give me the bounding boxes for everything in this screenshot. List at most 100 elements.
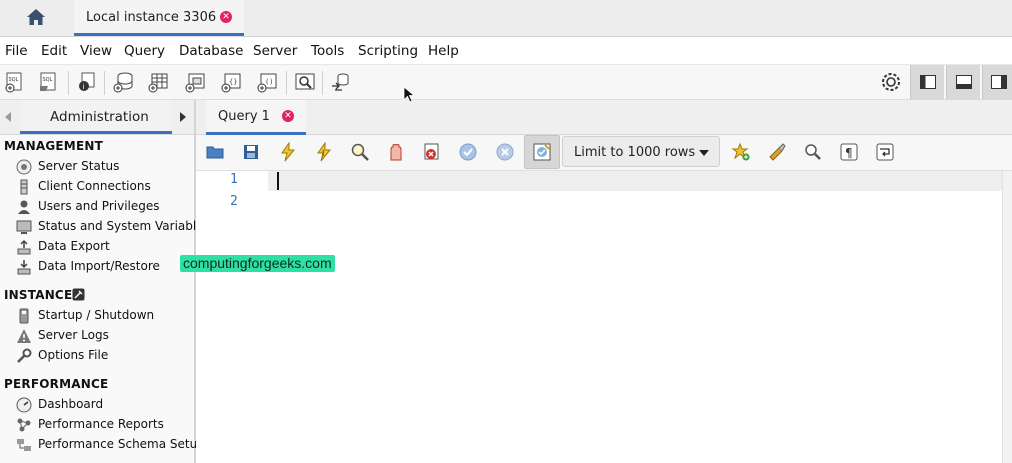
new-sql-tab-icon[interactable]: SQL xyxy=(4,71,26,93)
menu-view[interactable]: View xyxy=(80,43,112,59)
sidebar-item-label: Options File xyxy=(38,348,109,362)
svg-text:i: i xyxy=(83,83,85,91)
sidebar-item-label: Users and Privileges xyxy=(38,199,160,213)
chevron-down-icon xyxy=(699,150,709,156)
inspect-object-icon[interactable]: i xyxy=(76,71,98,93)
sidebar-item-performance-reports[interactable]: Performance Reports xyxy=(16,416,196,434)
limit-rows-select[interactable]: Limit to 1000 rows xyxy=(562,136,720,167)
scroll-left-icon[interactable] xyxy=(5,112,11,122)
connection-tab-bar: Local instance 3306 ✕ xyxy=(0,0,1012,37)
toggle-sidebar-button[interactable] xyxy=(910,65,944,100)
toggle-output-button[interactable] xyxy=(946,65,980,100)
commit-icon[interactable] xyxy=(458,142,478,162)
autocommit-toggle[interactable] xyxy=(524,135,560,169)
sidebar-item-label: Data Export xyxy=(38,239,110,253)
execute-current-icon[interactable]: I xyxy=(314,142,334,162)
sidebar-item-data-export[interactable]: Data Export xyxy=(16,238,196,256)
create-procedure-icon[interactable]: {} xyxy=(221,71,243,93)
sidebar-item-status-variables[interactable]: Status and System Variables xyxy=(16,218,210,236)
query-toolbar: I Limit to 1000 rows ¶ xyxy=(196,135,1012,171)
instance-settings-icon[interactable] xyxy=(72,288,85,301)
line-number: 1 xyxy=(230,172,238,187)
tab-administration[interactable]: Administration xyxy=(20,100,172,134)
menu-file[interactable]: File xyxy=(5,43,28,59)
menu-edit[interactable]: Edit xyxy=(41,43,67,59)
menu-database[interactable]: Database xyxy=(179,43,243,59)
toggle-secondary-sidebar-icon xyxy=(991,75,1007,89)
create-function-icon[interactable]: () xyxy=(257,71,279,93)
add-snippet-icon[interactable] xyxy=(731,142,751,162)
menu-bar: File Edit View Query Database Server Too… xyxy=(0,37,1012,64)
svg-text:{}: {} xyxy=(229,78,237,86)
sidebar-item-label: Data Import/Restore xyxy=(38,259,160,273)
create-table-icon[interactable] xyxy=(148,71,170,93)
section-management-title: MANAGEMENT xyxy=(4,139,103,153)
execute-icon[interactable] xyxy=(278,142,298,162)
create-view-icon[interactable] xyxy=(185,71,207,93)
toolbar-separator xyxy=(104,71,105,95)
watermark: computingforgeeks.com xyxy=(180,255,335,272)
find-icon[interactable] xyxy=(803,142,823,162)
navigator-sidebar: Administration MANAGEMENT Server Status … xyxy=(0,100,210,463)
sidebar-item-data-import[interactable]: Data Import/Restore xyxy=(16,258,196,276)
connection-tab[interactable]: Local instance 3306 ✕ xyxy=(74,0,244,36)
home-icon[interactable] xyxy=(26,8,46,26)
word-wrap-icon[interactable] xyxy=(875,142,895,162)
sidebar-item-client-connections[interactable]: Client Connections xyxy=(16,178,196,196)
sidebar-item-label: Performance Reports xyxy=(38,417,164,431)
tab-query-1[interactable]: Query 1 ✕ xyxy=(206,100,306,135)
toggle-output-icon xyxy=(956,75,972,89)
toolbar-separator xyxy=(286,71,287,95)
sidebar-item-options-file[interactable]: Options File xyxy=(16,347,196,365)
query-tab-header: Query 1 ✕ xyxy=(196,100,1012,135)
reconnect-icon[interactable] xyxy=(330,71,352,93)
sidebar-item-performance-schema-setup[interactable]: Performance Schema Setup xyxy=(16,436,205,454)
open-folder-icon[interactable] xyxy=(205,142,225,162)
svg-text:SQL: SQL xyxy=(43,77,53,83)
stop-icon[interactable] xyxy=(386,142,406,162)
menu-server[interactable]: Server xyxy=(253,43,297,59)
user-icon xyxy=(18,200,30,214)
wrench-icon xyxy=(17,348,32,363)
line-number: 2 xyxy=(230,194,238,209)
menu-query[interactable]: Query xyxy=(124,43,165,59)
create-schema-icon[interactable] xyxy=(113,71,135,93)
connection-tab-label: Local instance 3306 xyxy=(86,10,217,25)
import-icon xyxy=(17,260,31,275)
main-toolbar: SQL SQL i {} () xyxy=(0,64,1012,100)
invisible-chars-icon[interactable]: ¶ xyxy=(839,142,859,162)
explain-icon[interactable] xyxy=(350,142,370,162)
menu-help[interactable]: Help xyxy=(428,43,459,59)
section-performance-title: PERFORMANCE xyxy=(4,377,109,391)
menu-scripting[interactable]: Scripting xyxy=(358,43,418,59)
sidebar-item-label: Server Logs xyxy=(38,328,109,342)
editor-scrollbar[interactable] xyxy=(1002,171,1012,463)
search-table-data-icon[interactable] xyxy=(294,71,316,93)
close-query-tab-icon[interactable]: ✕ xyxy=(282,110,294,122)
toolbar-separator xyxy=(322,71,323,95)
close-tab-icon[interactable]: ✕ xyxy=(220,11,232,23)
sidebar-item-server-status[interactable]: Server Status xyxy=(16,158,196,176)
monitor-icon xyxy=(16,220,32,234)
rollback-icon[interactable] xyxy=(495,142,515,162)
sidebar-item-dashboard[interactable]: Dashboard xyxy=(16,396,196,414)
sidebar-item-label: Startup / Shutdown xyxy=(38,308,155,322)
stop-on-error-icon[interactable] xyxy=(422,142,442,162)
svg-text:(): () xyxy=(265,78,273,86)
sidebar-tab-header: Administration xyxy=(0,100,194,135)
sql-editor[interactable]: 1 2 xyxy=(196,171,1012,463)
scroll-right-icon[interactable] xyxy=(180,112,186,122)
sidebar-item-startup-shutdown[interactable]: Startup / Shutdown xyxy=(16,307,196,325)
toggle-secondary-sidebar-button[interactable] xyxy=(982,65,1012,100)
export-icon xyxy=(17,239,31,255)
sidebar-item-users-and-privileges[interactable]: Users and Privileges xyxy=(16,198,196,216)
preferences-icon[interactable] xyxy=(880,71,902,93)
menu-tools[interactable]: Tools xyxy=(311,43,344,59)
server-status-icon xyxy=(16,159,32,175)
save-icon[interactable] xyxy=(241,142,261,162)
open-sql-script-icon[interactable]: SQL xyxy=(38,71,60,93)
line-number-gutter: 1 2 xyxy=(196,171,252,463)
beautify-icon[interactable] xyxy=(767,142,787,162)
sidebar-item-label: Dashboard xyxy=(38,397,104,411)
sidebar-item-server-logs[interactable]: Server Logs xyxy=(16,327,196,345)
